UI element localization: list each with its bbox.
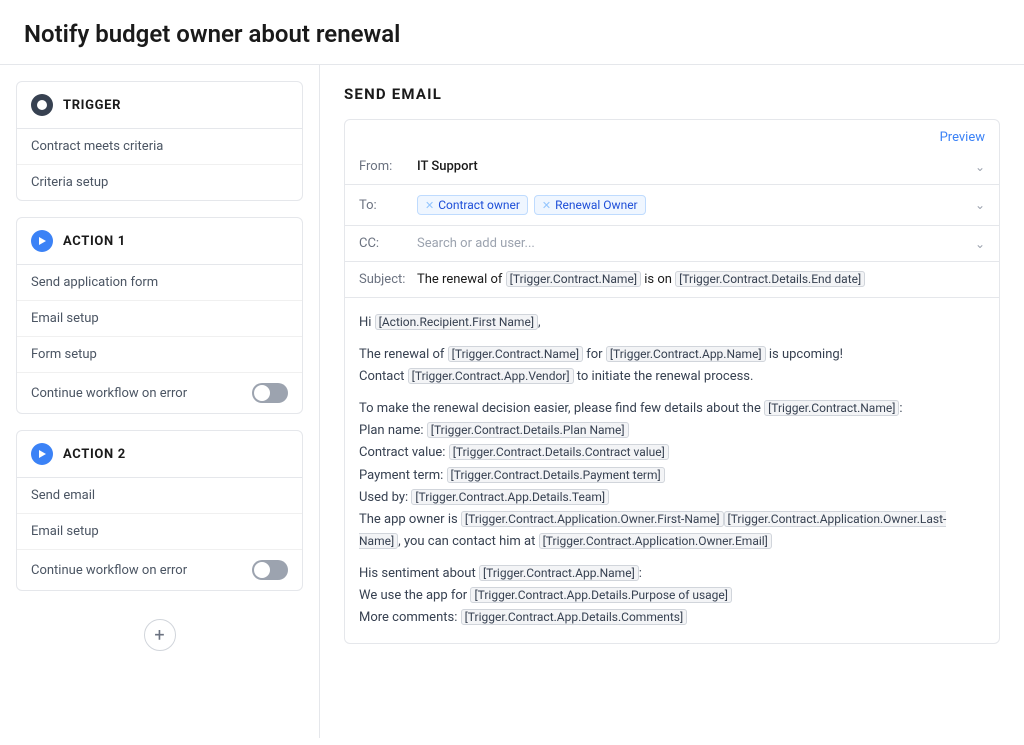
send-email-title: SEND EMAIL	[344, 85, 1000, 103]
to-field[interactable]: To: ✕ Contract owner ✕ Renewal Owner ⌄	[345, 185, 999, 226]
action1-toggle-row: Continue workflow on error	[17, 373, 302, 413]
var-end-date: [Trigger.Contract.Details.End date]	[675, 271, 865, 287]
action1-title: ACTION 1	[63, 234, 126, 249]
trigger-icon	[31, 94, 53, 116]
action2-title: ACTION 2	[63, 447, 126, 462]
sidebar-item-email-setup-2[interactable]: Email setup	[17, 514, 302, 550]
email-card: Preview From: IT Support ⌄ To: ✕ Contrac…	[344, 119, 1000, 644]
var-app-name-2: [Trigger.Contract.App.Name]	[479, 565, 639, 581]
cc-input[interactable]: Search or add user...	[417, 236, 535, 251]
action1-header[interactable]: ACTION 1	[17, 218, 302, 265]
body-sentiment: His sentiment about [Trigger.Contract.Ap…	[359, 563, 985, 629]
subject-field: Subject: The renewal of [Trigger.Contrac…	[345, 262, 999, 298]
action1-toggle[interactable]	[252, 383, 288, 403]
trigger-title: TRIGGER	[63, 98, 121, 113]
sidebar-item-send-application-form[interactable]: Send application form	[17, 265, 302, 301]
body-renewal-notice: The renewal of [Trigger.Contract.Name] f…	[359, 344, 985, 388]
to-label: To:	[359, 198, 409, 213]
cc-chevron-icon: ⌄	[975, 237, 985, 251]
page-title: Notify budget owner about renewal	[0, 0, 1024, 65]
tag-contract-owner[interactable]: ✕ Contract owner	[417, 195, 528, 215]
var-recipient-first-name: [Action.Recipient.First Name]	[375, 314, 538, 330]
from-chevron-icon: ⌄	[975, 160, 985, 174]
action2-toggle-row: Continue workflow on error	[17, 550, 302, 590]
cc-field[interactable]: CC: Search or add user... ⌄	[345, 226, 999, 262]
action1-icon	[31, 230, 53, 252]
sidebar-item-contract-meets-criteria[interactable]: Contract meets criteria	[17, 129, 302, 165]
subject-label: Subject:	[359, 272, 409, 287]
sidebar: TRIGGER Contract meets criteria Criteria…	[0, 65, 320, 738]
var-comments: [Trigger.Contract.App.Details.Comments]	[461, 609, 688, 625]
tag-renewal-owner-label: Renewal Owner	[555, 198, 638, 212]
var-owner-email: [Trigger.Contract.Application.Owner.Emai…	[539, 533, 772, 549]
action1-section: ACTION 1 Send application form Email set…	[16, 217, 303, 414]
subject-value: The renewal of [Trigger.Contract.Name] i…	[417, 272, 865, 287]
var-team: [Trigger.Contract.App.Details.Team]	[411, 489, 609, 505]
sidebar-item-send-email[interactable]: Send email	[17, 478, 302, 514]
email-body: Hi [Action.Recipient.First Name], The re…	[345, 298, 999, 643]
from-label: From:	[359, 159, 409, 174]
action1-toggle-label: Continue workflow on error	[31, 386, 187, 401]
var-payment-term: [Trigger.Contract.Details.Payment term]	[447, 467, 665, 483]
trigger-section: TRIGGER Contract meets criteria Criteria…	[16, 81, 303, 201]
sidebar-item-email-setup-1[interactable]: Email setup	[17, 301, 302, 337]
from-field[interactable]: From: IT Support ⌄	[345, 149, 999, 185]
var-plan-name: [Trigger.Contract.Details.Plan Name]	[427, 422, 629, 438]
tag-contract-owner-remove[interactable]: ✕	[425, 199, 434, 212]
var-purpose: [Trigger.Contract.App.Details.Purpose of…	[470, 587, 732, 603]
trigger-header[interactable]: TRIGGER	[17, 82, 302, 129]
body-details: To make the renewal decision easier, ple…	[359, 398, 985, 553]
action2-toggle-label: Continue workflow on error	[31, 563, 187, 578]
action2-icon	[31, 443, 53, 465]
action2-toggle[interactable]	[252, 560, 288, 580]
action2-section: ACTION 2 Send email Email setup Continue…	[16, 430, 303, 591]
var-owner-first-name: [Trigger.Contract.Application.Owner.Firs…	[461, 511, 724, 527]
from-value: IT Support	[417, 159, 967, 174]
tag-renewal-owner[interactable]: ✕ Renewal Owner	[534, 195, 646, 215]
var-contract-value: [Trigger.Contract.Details.Contract value…	[449, 444, 669, 460]
tag-contract-owner-label: Contract owner	[438, 198, 520, 212]
body-greeting: Hi [Action.Recipient.First Name],	[359, 312, 985, 334]
add-action-button[interactable]: +	[144, 619, 176, 651]
preview-button[interactable]: Preview	[345, 120, 999, 149]
var-contract-name-3: [Trigger.Contract.Name]	[764, 400, 899, 416]
to-tags-container: ✕ Contract owner ✕ Renewal Owner	[417, 195, 967, 215]
tag-renewal-owner-remove[interactable]: ✕	[542, 199, 551, 212]
var-contract-name: [Trigger.Contract.Name]	[506, 271, 641, 287]
add-button-container: +	[16, 607, 303, 663]
to-chevron-icon: ⌄	[975, 198, 985, 212]
sidebar-item-criteria-setup[interactable]: Criteria setup	[17, 165, 302, 200]
var-app-name: [Trigger.Contract.App.Name]	[606, 346, 766, 362]
var-contract-name-2: [Trigger.Contract.Name]	[448, 346, 583, 362]
action2-header[interactable]: ACTION 2	[17, 431, 302, 478]
var-vendor: [Trigger.Contract.App.Vendor]	[408, 368, 574, 384]
cc-label: CC:	[359, 236, 409, 251]
sidebar-item-form-setup[interactable]: Form setup	[17, 337, 302, 373]
right-content: SEND EMAIL Preview From: IT Support ⌄ To…	[320, 65, 1024, 738]
